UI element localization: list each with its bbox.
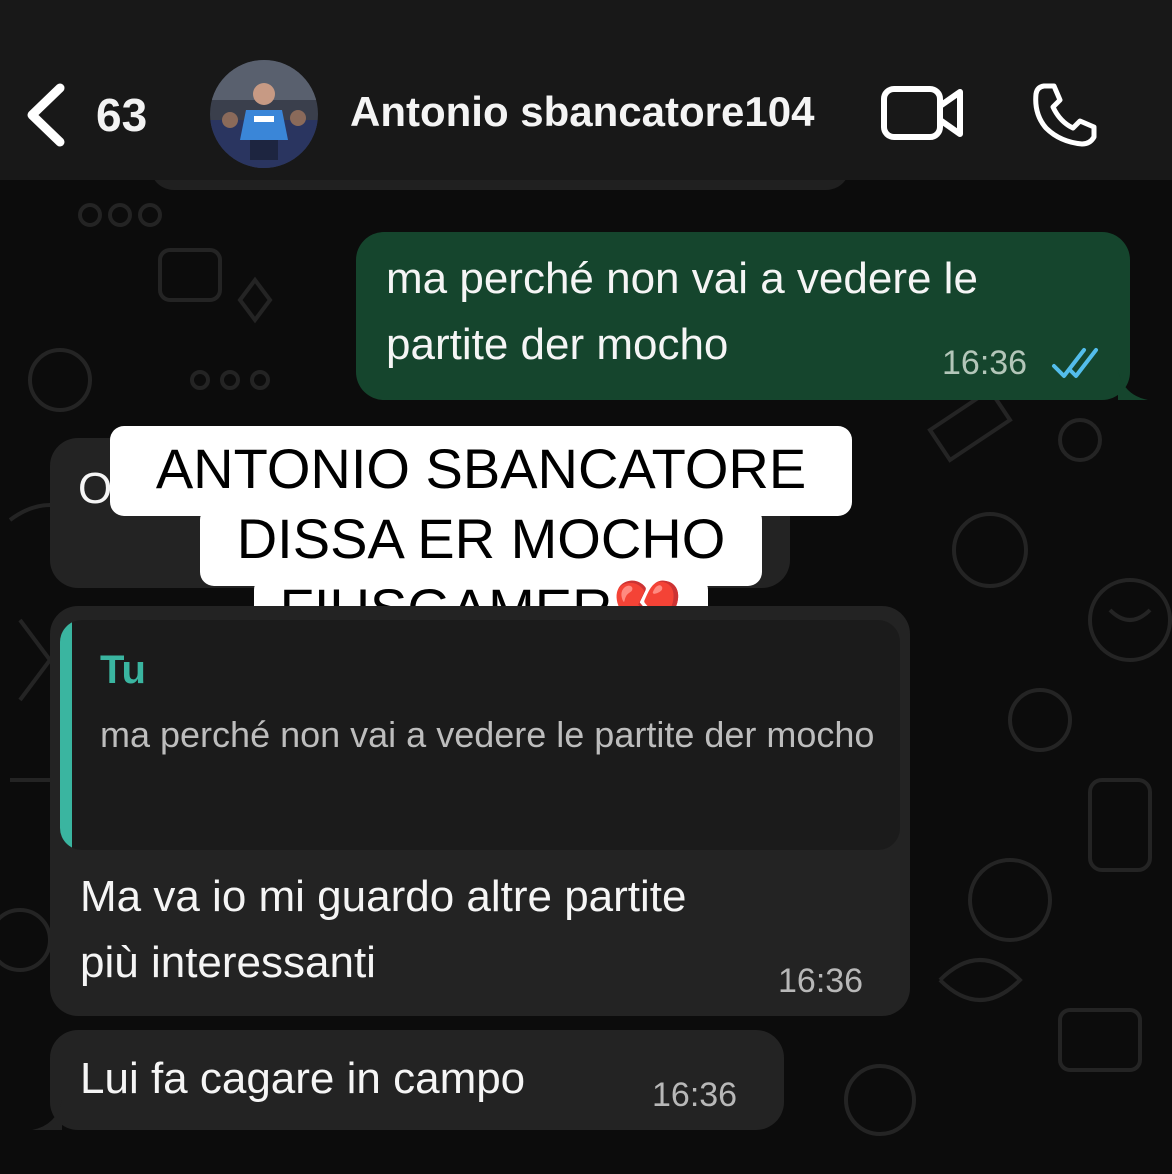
message-text-line: Ma va io mi guardo altre partite [80, 872, 687, 921]
quote-author: Tu [100, 648, 146, 692]
avatar[interactable] [210, 60, 318, 168]
chevron-left-icon [22, 82, 66, 148]
voice-call-button[interactable] [1030, 80, 1100, 150]
message-text-line: Lui fa cagare in campo [80, 1054, 526, 1103]
video-camera-icon [881, 86, 963, 140]
contact-name[interactable]: Antonio sbancatore104 [350, 88, 814, 136]
quoted-message[interactable]: Tu ma perché non vai a vedere le partite… [60, 620, 900, 850]
message-text-line: ma perché non vai a vedere le [386, 254, 978, 303]
video-call-button[interactable] [880, 84, 966, 142]
chat-header: 63 Antonio sbancatore104 [0, 0, 1172, 180]
phone-icon [1033, 83, 1097, 147]
back-button[interactable]: 63 [22, 80, 172, 150]
message-time: 16:36 [942, 344, 1028, 382]
double-check-icon [1050, 346, 1100, 385]
message-text-line: più interessanti [80, 938, 376, 987]
quote-text: ma perché non vai a vedere le partite de… [100, 714, 875, 755]
unread-count: 63 [96, 89, 148, 141]
quote-accent-bar [60, 620, 72, 850]
outgoing-message[interactable]: ma perché non vai a vedere le partite de… [356, 232, 1148, 400]
message-text-line: O [78, 464, 113, 513]
bubble-tail [32, 1100, 62, 1130]
message-time: 16:36 [778, 962, 864, 1000]
bubble-tail [1118, 370, 1148, 400]
caption-line: ANTONIO SBANCATORE [155, 437, 807, 500]
message-time: 16:36 [652, 1076, 738, 1114]
caption-line: DISSA ER MOCHO [236, 507, 726, 570]
incoming-message[interactable]: Lui fa cagare in campo 16:36 [32, 1030, 784, 1130]
